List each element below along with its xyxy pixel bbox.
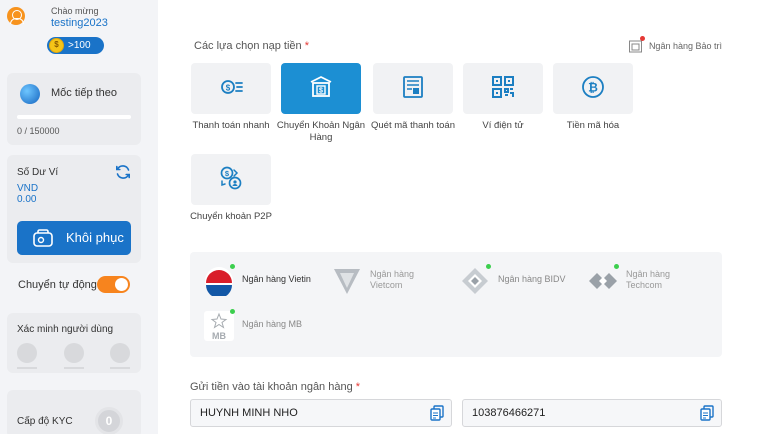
- techcom-logo-icon: [589, 273, 617, 289]
- vietcom-logo-icon: [334, 269, 360, 294]
- sidebar: Chào mừng testing2023 $ >100 Mốc tiếp th…: [0, 0, 150, 434]
- svg-text:MB: MB: [212, 331, 226, 341]
- milestone-progress-value: 0 / 150000: [17, 126, 60, 136]
- username: testing2023: [51, 17, 108, 29]
- svg-text:₿: ₿: [588, 81, 598, 95]
- method-e-wallet[interactable]: Ví điện tử: [458, 63, 548, 153]
- auto-transfer-label: Chuyển tự động: [18, 279, 97, 291]
- method-crypto[interactable]: ₿ Tiền mã hóa: [548, 63, 638, 153]
- globe-icon: [20, 84, 40, 104]
- bank-option-vietin[interactable]: Ngân hàng Vietin: [204, 264, 334, 298]
- method-p2p[interactable]: $ Chuyển khoản P2P: [186, 154, 276, 244]
- method-e-wallet-tile: [463, 63, 543, 114]
- copy-icon[interactable]: [699, 405, 715, 421]
- balance-label: Số Dư Ví: [17, 167, 59, 178]
- user-avatar-icon[interactable]: [7, 7, 25, 25]
- user-verification-card: Xác minh người dùng: [7, 313, 141, 373]
- bank-account-title: Gửi tiền vào tài khoản ngân hàng *: [190, 381, 360, 393]
- svg-text:$: $: [226, 84, 231, 93]
- bank-transfer-icon: $: [310, 76, 332, 97]
- points-badge[interactable]: $ >100: [47, 37, 104, 54]
- refresh-icon[interactable]: [115, 164, 131, 180]
- mb-logo-icon: MB: [204, 311, 234, 341]
- balance-amount: 0.00: [17, 194, 37, 205]
- bank-available-dot: [230, 309, 235, 314]
- auto-transfer-toggle[interactable]: [97, 276, 130, 293]
- bank-name: Ngân hàng Vietcom: [370, 269, 415, 290]
- account-number-value: 103876466271: [472, 407, 546, 419]
- auto-transfer-row: Chuyển tự động: [18, 276, 132, 294]
- deposit-panel: Các lựa chọn nạp tiền * Ngân hàng Bảo tr…: [158, 0, 768, 434]
- bank-name: Ngân hàng MB: [242, 319, 303, 329]
- p2p-exchange-icon: $: [220, 166, 242, 190]
- method-fast-payment-tile: $: [191, 63, 271, 114]
- method-scan-code-tile: [373, 63, 453, 114]
- bank-name: Ngân hàng Techcom: [626, 269, 671, 290]
- bank-name: Ngân hàng Vietin: [242, 274, 311, 284]
- method-label: Tiền mã hóa: [566, 120, 620, 131]
- bank-option-vietcom[interactable]: Ngân hàng Vietcom: [332, 264, 452, 298]
- verification-label: Xác minh người dùng: [17, 324, 114, 335]
- bank-option-bidv[interactable]: Ngân hàng BIDV: [460, 264, 590, 298]
- method-bank-transfer-tile: $: [281, 63, 361, 114]
- account-number-field[interactable]: 103876466271: [462, 399, 722, 427]
- user-verify-icon[interactable]: [17, 343, 37, 369]
- method-label: Thanh toán nhanh: [192, 120, 270, 131]
- kyc-level-badge: 0: [95, 407, 123, 434]
- fast-payment-icon: $: [221, 80, 243, 94]
- maintenance-alert-dot: [639, 36, 645, 41]
- wallet-balance-card: Số Dư Ví VND 0.00 Khôi phục: [7, 155, 141, 263]
- method-scan-code[interactable]: Quét mã thanh toán: [368, 63, 458, 153]
- restore-button-label: Khôi phục: [66, 230, 124, 245]
- bank-name: Ngân hàng BIDV: [498, 274, 566, 284]
- phone-verify-icon[interactable]: [64, 343, 84, 369]
- bank-maintenance-link[interactable]: Ngân hàng Bảo trì: [628, 36, 722, 54]
- milestone-progress-bar: [17, 115, 131, 119]
- scan-code-icon: [403, 76, 423, 98]
- method-label: Ví điện tử: [482, 120, 524, 131]
- toggle-knob: [115, 278, 128, 291]
- method-label: Chuyển Khoản Ngân Hàng: [276, 120, 366, 143]
- id-card-verify-icon[interactable]: [110, 343, 130, 369]
- restore-button[interactable]: Khôi phục: [17, 221, 131, 255]
- required-mark: *: [304, 40, 309, 52]
- bank-available-dot: [230, 264, 235, 269]
- method-p2p-tile: $: [191, 154, 271, 205]
- copy-icon[interactable]: [429, 405, 445, 421]
- bank-list: Ngân hàng Vietin Ngân hàng Vietcom Ngân …: [190, 252, 722, 357]
- bank-option-techcom[interactable]: Ngân hàng Techcom: [588, 264, 708, 298]
- bank-available-dot: [614, 264, 619, 269]
- vietin-logo-icon: [205, 267, 233, 296]
- kyc-label: Cấp độ KYC: [17, 416, 73, 427]
- bitcoin-icon: ₿: [582, 76, 604, 98]
- balance-currency: VND: [17, 183, 39, 194]
- user-panel: Chào mừng testing2023 $ >100: [7, 4, 141, 56]
- deposit-options-title: Các lựa chọn nạp tiền *: [194, 40, 309, 52]
- deposit-options-title-text: Các lựa chọn nạp tiền: [194, 40, 302, 52]
- kyc-card: Cấp độ KYC 0: [7, 390, 141, 434]
- method-bank-transfer[interactable]: $ Chuyển Khoản Ngân Hàng: [276, 63, 366, 153]
- method-label: Chuyển khoản P2P: [190, 211, 272, 222]
- welcome-text: Chào mừng: [51, 6, 99, 16]
- bank-account-title-text: Gửi tiền vào tài khoản ngân hàng: [190, 381, 353, 393]
- bank-maintenance-label: Ngân hàng Bảo trì: [648, 41, 722, 51]
- svg-text:$: $: [319, 88, 323, 95]
- qr-wallet-icon: [492, 76, 514, 98]
- bank-available-dot: [486, 264, 491, 269]
- milestone-card: Mốc tiếp theo 0 / 150000: [7, 73, 141, 145]
- method-fast-payment[interactable]: $ Thanh toán nhanh: [186, 63, 276, 153]
- account-name-value: HUYNH MINH NHO: [200, 407, 298, 419]
- coin-icon: $: [49, 38, 64, 53]
- svg-text:$: $: [225, 169, 230, 178]
- account-name-field[interactable]: HUYNH MINH NHO: [190, 399, 452, 427]
- bank-option-mb[interactable]: MB Ngân hàng MB: [204, 309, 334, 343]
- required-mark: *: [355, 381, 361, 393]
- points-value: >100: [68, 40, 91, 51]
- wallet-restore-icon: [33, 229, 53, 247]
- method-label: Quét mã thanh toán: [371, 120, 455, 131]
- method-crypto-tile: ₿: [553, 63, 633, 114]
- bidv-logo-icon: [462, 268, 488, 294]
- milestone-label: Mốc tiếp theo: [51, 87, 118, 99]
